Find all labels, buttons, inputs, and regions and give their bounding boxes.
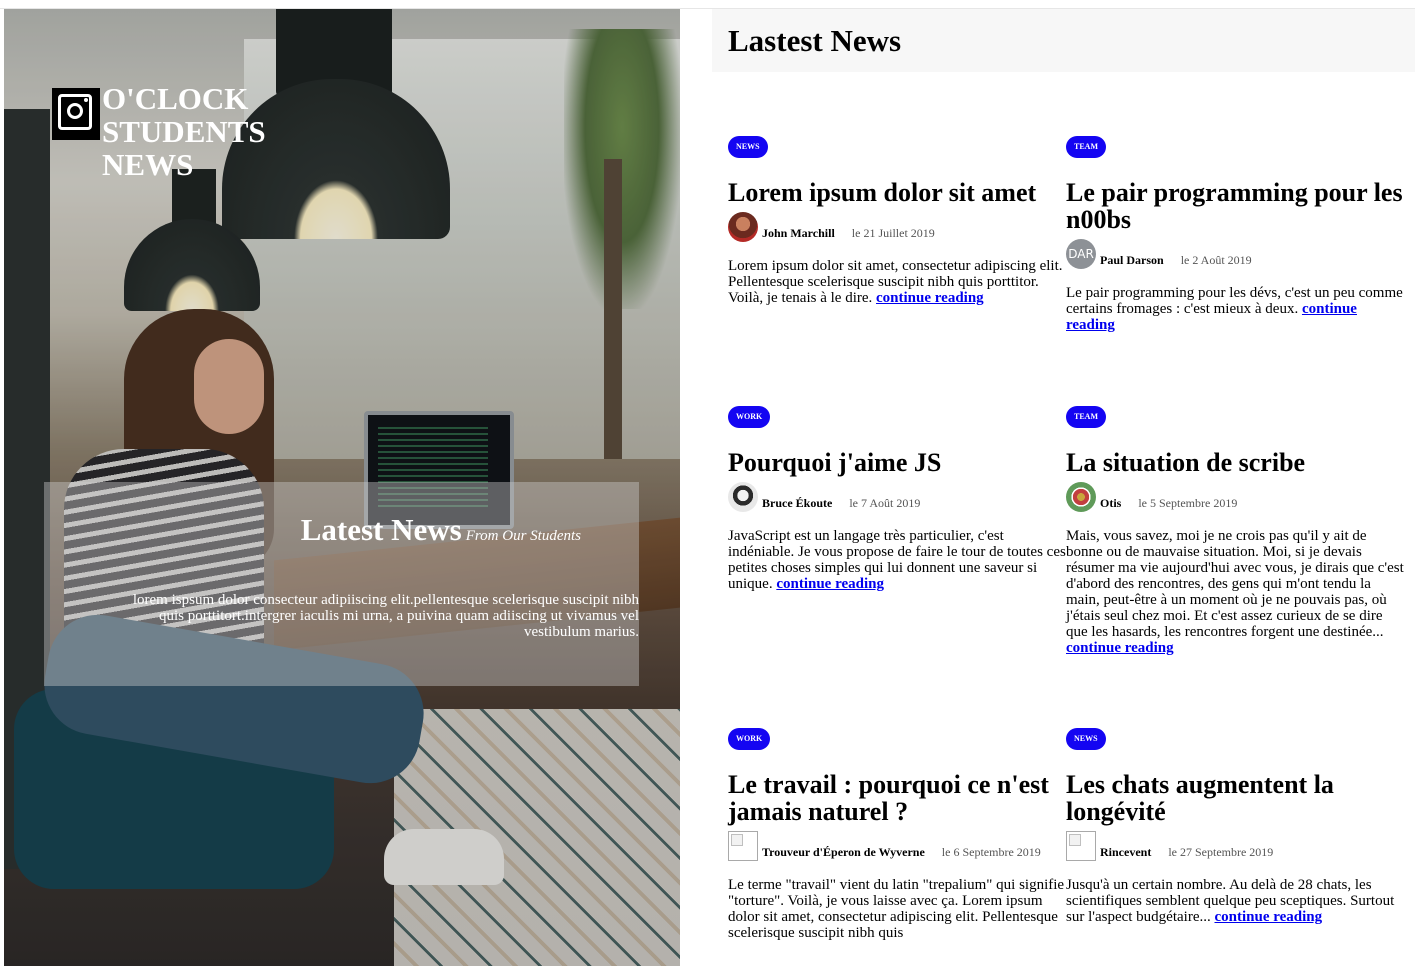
article-meta: DAR Paul Darson le 2 Août 2019 bbox=[1066, 239, 1404, 269]
excerpt-text: Le terme "travail" vient du latin "trepa… bbox=[728, 877, 1065, 941]
article-meta: Rincevent le 27 Septembre 2019 bbox=[1066, 831, 1404, 861]
broken-image-icon bbox=[728, 831, 758, 861]
article-card: WORK Le travail : pourquoi ce n'est jama… bbox=[728, 728, 1066, 941]
article-card: TEAM Le pair programming pour les n00bs … bbox=[1066, 136, 1404, 333]
avatar bbox=[728, 212, 758, 242]
article-meta: Bruce Ékoute le 7 Août 2019 bbox=[728, 482, 1066, 512]
category-tag[interactable]: WORK bbox=[728, 728, 771, 750]
hero-title: Latest News From Our Students bbox=[301, 512, 581, 548]
article-excerpt: Mais, vous savez, moi je ne crois pas qu… bbox=[1066, 528, 1404, 656]
article-title[interactable]: La situation de scribe bbox=[1066, 449, 1404, 476]
article-title[interactable]: Pourquoi j'aime JS bbox=[728, 449, 1066, 476]
article-excerpt: JavaScript est un langage très particuli… bbox=[728, 528, 1066, 592]
hero-card: Latest News From Our Students lorem isps… bbox=[44, 482, 639, 686]
broken-image-icon bbox=[1066, 831, 1096, 861]
category-tag[interactable]: NEWS bbox=[728, 136, 768, 158]
continue-reading-link[interactable]: continue reading bbox=[876, 290, 984, 306]
category-tag[interactable]: TEAM bbox=[1066, 136, 1106, 158]
continue-reading-link[interactable]: continue reading bbox=[776, 576, 884, 592]
category-tag[interactable]: NEWS bbox=[1066, 728, 1106, 750]
article-title[interactable]: Les chats augmentent la longévité bbox=[1066, 771, 1404, 825]
article-excerpt: Jusqu'à un certain nombre. Au delà de 28… bbox=[1066, 877, 1404, 925]
author-name: Bruce Ékoute bbox=[762, 496, 833, 510]
top-bar bbox=[0, 0, 1415, 9]
page-title: Lastest News bbox=[728, 23, 902, 58]
article-card: NEWS Lorem ipsum dolor sit amet John Mar… bbox=[728, 136, 1066, 306]
article-card: NEWS Les chats augmentent la longévité R… bbox=[1066, 728, 1404, 925]
author-name: John Marchill bbox=[762, 226, 835, 240]
article-title[interactable]: Le pair programming pour les n00bs bbox=[1066, 179, 1404, 233]
hero-subtitle: From Our Students bbox=[465, 528, 581, 544]
article-meta: John Marchill le 21 Juillet 2019 bbox=[728, 212, 1066, 242]
article-card: WORK Pourquoi j'aime JS Bruce Ékoute le … bbox=[728, 406, 1066, 592]
article-meta: Trouveur d'Éperon de Wyverne le 6 Septem… bbox=[728, 831, 1066, 861]
article-excerpt: Le pair programming pour les dévs, c'est… bbox=[1066, 285, 1404, 333]
article-date: le 7 Août 2019 bbox=[849, 496, 921, 510]
article-date: le 27 Septembre 2019 bbox=[1168, 845, 1274, 859]
author-name: Rincevent bbox=[1100, 845, 1152, 859]
article-date: le 21 Juillet 2019 bbox=[851, 226, 935, 240]
article-excerpt: Lorem ipsum dolor sit amet, consectetur … bbox=[728, 258, 1066, 306]
hero-title-text: Latest News bbox=[300, 512, 462, 547]
category-tag[interactable]: TEAM bbox=[1066, 406, 1106, 428]
article-date: le 2 Août 2019 bbox=[1180, 253, 1252, 267]
excerpt-text: Mais, vous savez, moi je ne crois pas qu… bbox=[1066, 528, 1404, 640]
brand-name: O'CLOCK STUDENTS NEWS bbox=[102, 81, 266, 182]
avatar bbox=[728, 482, 758, 512]
avatar bbox=[1066, 482, 1096, 512]
author-name: Trouveur d'Éperon de Wyverne bbox=[762, 845, 925, 859]
article-card: TEAM La situation de scribe Otis le 5 Se… bbox=[1066, 406, 1404, 656]
article-excerpt: Le terme "travail" vient du latin "trepa… bbox=[728, 877, 1066, 941]
author-name: Otis bbox=[1100, 496, 1122, 510]
category-tag[interactable]: WORK bbox=[728, 406, 771, 428]
brand[interactable]: O'CLOCK STUDENTS NEWS bbox=[52, 80, 302, 181]
author-name: Paul Darson bbox=[1100, 253, 1164, 267]
article-title[interactable]: Lorem ipsum dolor sit amet bbox=[728, 179, 1066, 206]
article-title[interactable]: Le travail : pourquoi ce n'est jamais na… bbox=[728, 771, 1066, 825]
article-date: le 6 Septembre 2019 bbox=[941, 845, 1041, 859]
main-header: Lastest News bbox=[712, 9, 1415, 72]
continue-reading-link[interactable]: continue reading bbox=[1066, 640, 1174, 656]
article-meta: Otis le 5 Septembre 2019 bbox=[1066, 482, 1404, 512]
article-date: le 5 Septembre 2019 bbox=[1138, 496, 1238, 510]
hero-text: lorem ispsum dolor consecteur adipiiscin… bbox=[132, 592, 639, 640]
continue-reading-link[interactable]: continue reading bbox=[1214, 909, 1322, 925]
avatar: DAR bbox=[1066, 239, 1096, 269]
camera-logo-icon bbox=[52, 88, 100, 140]
